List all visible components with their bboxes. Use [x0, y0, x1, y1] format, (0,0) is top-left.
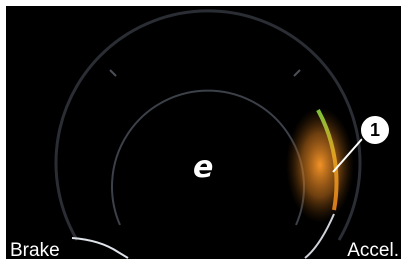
accel-label: Accel.: [347, 240, 399, 261]
gauge-graphics: [6, 6, 401, 259]
dash-display-figure: e Brake Accel. 1: [0, 0, 407, 265]
callout-marker: 1: [359, 114, 391, 146]
accel-glow: [286, 107, 354, 223]
eco-mode-symbol: e: [193, 150, 214, 185]
callout-number: 1: [369, 119, 380, 140]
brake-label: Brake: [10, 240, 60, 261]
